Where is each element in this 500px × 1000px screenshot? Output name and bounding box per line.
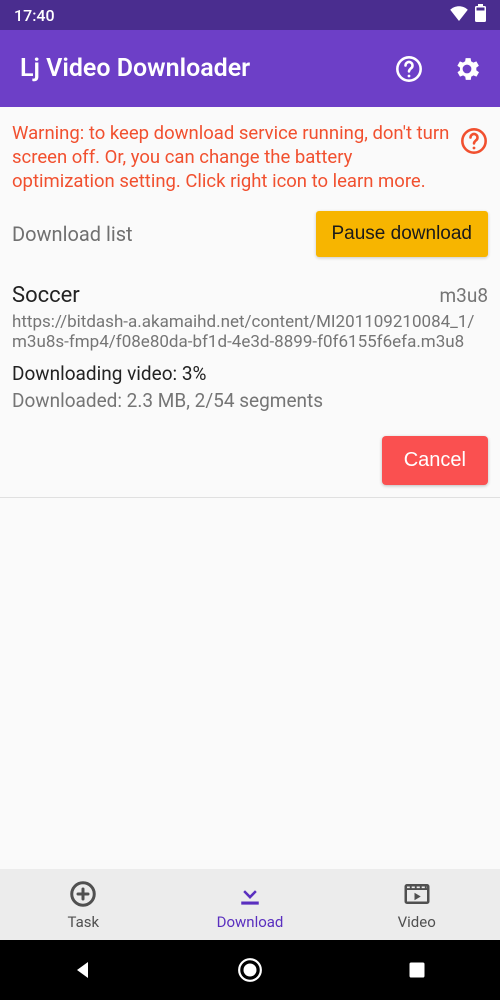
download-item-url: https://bitdash-a.akamaihd.net/content/M… bbox=[12, 312, 488, 352]
pause-download-button[interactable]: Pause download bbox=[316, 211, 489, 257]
battery-icon bbox=[475, 4, 486, 26]
download-item-status: Downloading video: 3% bbox=[12, 362, 488, 385]
wifi-icon bbox=[449, 5, 469, 25]
download-icon bbox=[235, 879, 265, 909]
download-item-progress: Downloaded: 2.3 MB, 2/54 segments bbox=[12, 389, 488, 412]
download-item-name: Soccer bbox=[12, 283, 80, 308]
warning-text: Warning: to keep download service runnin… bbox=[12, 121, 450, 193]
warning-banner: Warning: to keep download service runnin… bbox=[0, 107, 500, 203]
status-bar: 17:40 bbox=[0, 0, 500, 30]
download-item: Soccer m3u8 https://bitdash-a.akamaihd.n… bbox=[0, 265, 500, 498]
video-icon bbox=[402, 879, 432, 909]
nav-video[interactable]: Video bbox=[333, 869, 500, 940]
nav-task-label: Task bbox=[68, 913, 100, 931]
bottom-nav: Task Download Video bbox=[0, 869, 500, 940]
status-icons bbox=[449, 4, 486, 26]
download-item-format: m3u8 bbox=[440, 284, 489, 307]
download-list-title: Download list bbox=[12, 222, 133, 246]
download-list-header: Download list Pause download bbox=[0, 203, 500, 265]
recent-button[interactable] bbox=[401, 954, 433, 986]
nav-download[interactable]: Download bbox=[167, 869, 334, 940]
cancel-button[interactable]: Cancel bbox=[382, 436, 488, 485]
app-title: Lj Video Downloader bbox=[20, 54, 394, 83]
back-button[interactable] bbox=[67, 954, 99, 986]
gear-icon[interactable] bbox=[452, 54, 482, 84]
warning-help-icon[interactable] bbox=[460, 127, 488, 159]
nav-video-label: Video bbox=[398, 913, 436, 931]
system-nav bbox=[0, 940, 500, 1000]
nav-download-label: Download bbox=[217, 913, 284, 931]
add-circle-icon bbox=[68, 879, 98, 909]
app-bar: Lj Video Downloader bbox=[0, 30, 500, 107]
home-button[interactable] bbox=[234, 954, 266, 986]
help-icon[interactable] bbox=[394, 54, 424, 84]
status-time: 17:40 bbox=[14, 6, 55, 25]
nav-task[interactable]: Task bbox=[0, 869, 167, 940]
